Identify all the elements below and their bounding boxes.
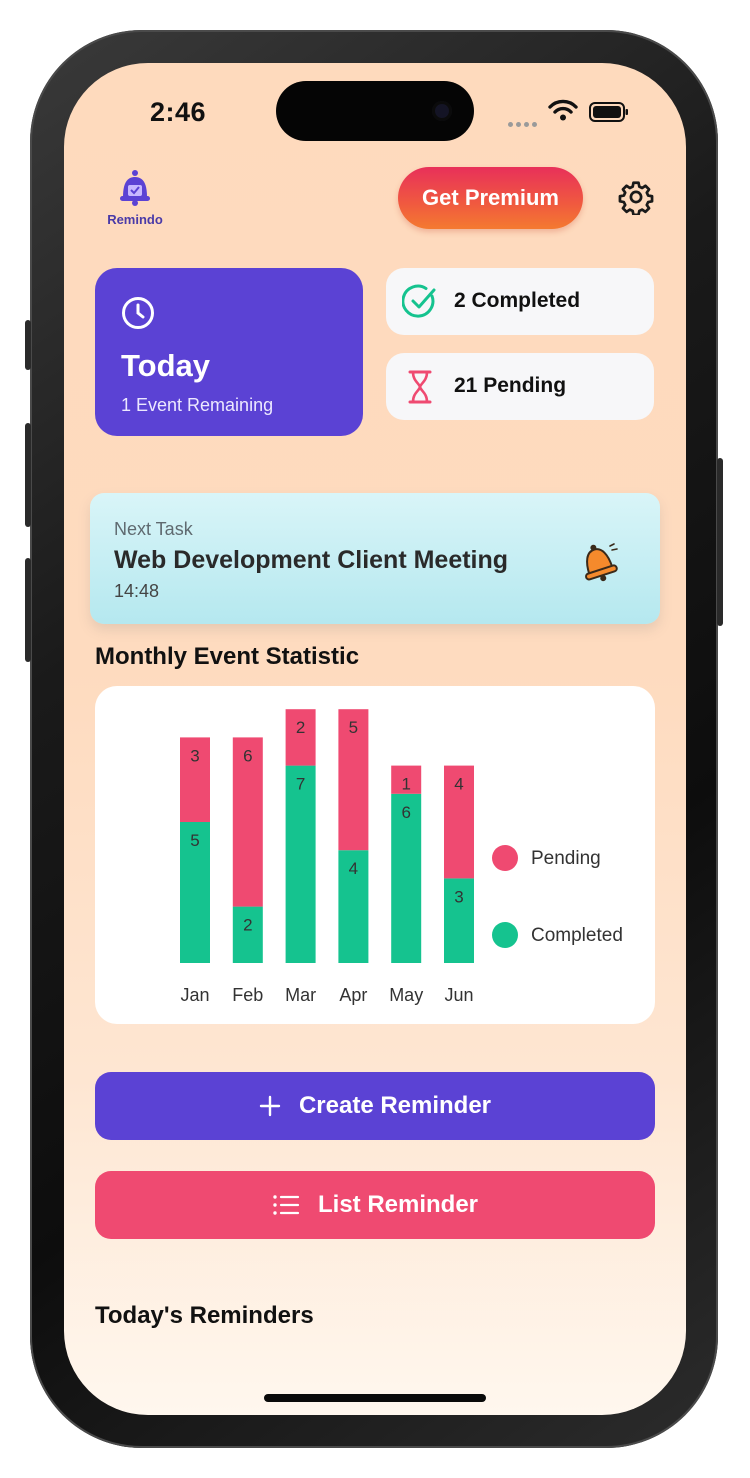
data-label-completed-feb: 2	[243, 916, 252, 935]
list-reminder-label: List Reminder	[317, 1191, 479, 1218]
completed-card[interactable]: 2 Completed	[386, 268, 654, 335]
get-premium-button[interactable]: Get Premium	[398, 167, 583, 229]
data-label-pending-mar: 2	[296, 718, 305, 737]
bar-completed-mar	[285, 765, 316, 963]
phone-frame: 2:46 Remindo Get Premium Today 1 Event R…	[25, 30, 723, 1448]
data-label-completed-jan: 5	[190, 831, 199, 850]
wifi-icon	[548, 99, 578, 126]
legend-pending-dot	[492, 845, 518, 871]
today-card[interactable]: Today 1 Event Remaining	[95, 268, 363, 436]
data-label-completed-apr: 4	[349, 859, 358, 878]
data-label-pending-apr: 5	[349, 718, 358, 737]
pending-count: 21 Pending	[454, 374, 567, 397]
next-task-label: Next Task	[114, 519, 193, 539]
data-label-pending-jun: 4	[454, 775, 463, 794]
legend-pending-label: Pending	[531, 848, 601, 869]
x-tick-apr: Apr	[339, 985, 367, 1005]
power-button	[717, 458, 723, 626]
cellular-signal-icon	[508, 114, 540, 132]
volume-down-button	[25, 558, 31, 662]
settings-gear-icon[interactable]	[618, 179, 654, 217]
create-reminder-button[interactable]: Create Reminder	[95, 1072, 655, 1140]
next-task-title: Web Development Client Meeting	[114, 546, 509, 574]
create-reminder-label: Create Reminder	[298, 1092, 492, 1119]
app-logo: Remindo	[104, 169, 166, 227]
home-indicator	[264, 1394, 486, 1402]
completed-count: 2 Completed	[454, 289, 581, 312]
todays-reminders-title: Today's Reminders	[95, 1302, 314, 1329]
x-tick-mar: Mar	[285, 985, 316, 1005]
chart-section-title: Monthly Event Statistic	[95, 643, 360, 670]
x-tick-may: May	[389, 985, 423, 1005]
hourglass-icon	[408, 370, 432, 404]
legend-completed-dot	[492, 922, 518, 948]
data-label-completed-mar: 7	[296, 775, 305, 794]
battery-icon	[589, 102, 629, 127]
x-tick-jan: Jan	[180, 985, 209, 1005]
dynamic-island	[276, 81, 474, 141]
next-task-time: 14:48	[114, 581, 160, 601]
data-label-pending-jan: 3	[190, 746, 199, 765]
list-reminder-button[interactable]: List Reminder	[95, 1171, 655, 1239]
alarm-bell-icon	[585, 543, 618, 582]
check-circle-icon	[402, 284, 436, 318]
x-tick-feb: Feb	[232, 985, 263, 1005]
action-button	[25, 320, 31, 370]
today-subtitle: 1 Event Remaining	[121, 395, 274, 415]
monthly-chart-card: 5 3 Jan 2 6 Feb 7 2 Mar 4 5 Apr 6 1 May 3 4 Jun Pending C…	[95, 686, 655, 1024]
next-task-card[interactable]: Next Task Web Development Client Meeting…	[90, 493, 660, 624]
app-screen: 2:46 Remindo Get Premium Today 1 Event R…	[64, 63, 686, 1415]
data-label-pending-feb: 6	[243, 746, 252, 765]
list-icon	[273, 1195, 300, 1215]
status-time: 2:46	[150, 97, 207, 127]
front-camera	[432, 101, 452, 121]
bell-logo-icon	[120, 170, 150, 206]
data-label-pending-may: 1	[401, 775, 410, 794]
legend-completed-label: Completed	[531, 925, 623, 946]
pending-card[interactable]: 21 Pending	[386, 353, 654, 420]
today-title: Today	[121, 348, 210, 383]
volume-up-button	[25, 423, 31, 527]
plus-icon	[259, 1095, 281, 1117]
clock-icon	[122, 297, 154, 329]
x-tick-jun: Jun	[444, 985, 473, 1005]
logo-text: Remindo	[107, 212, 163, 227]
data-label-completed-may: 6	[401, 803, 410, 822]
data-label-completed-jun: 3	[454, 887, 463, 906]
